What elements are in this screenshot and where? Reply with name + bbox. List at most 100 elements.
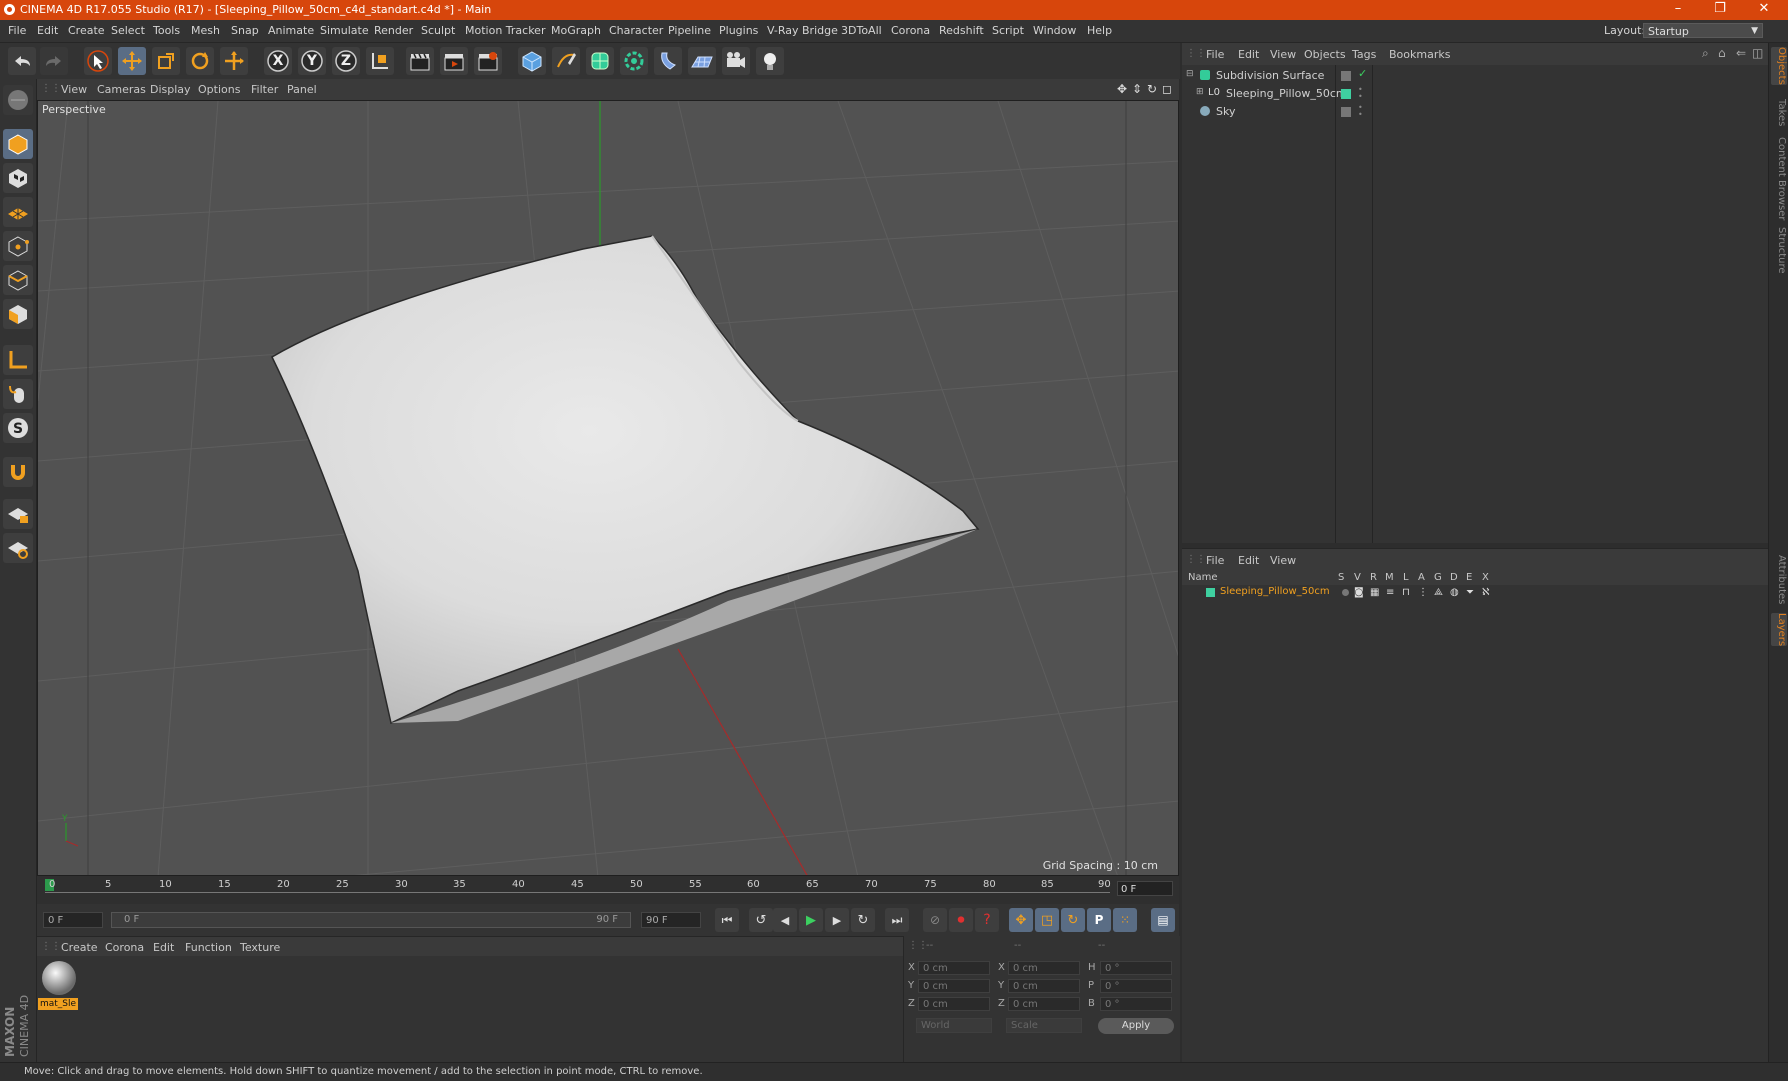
home-icon[interactable]: ⌂ — [1718, 46, 1726, 60]
object-menu-view[interactable]: View — [1270, 48, 1296, 61]
coordinate-mode-dropdown[interactable]: World — [916, 1018, 992, 1033]
position-z-field[interactable]: 0 cm — [918, 997, 990, 1011]
start-frame-field[interactable]: 0 F — [43, 912, 103, 928]
current-frame-field[interactable]: 0 F — [1117, 881, 1173, 896]
layer-deformer-icon[interactable]: ◍ — [1450, 587, 1459, 598]
previous-frame-button[interactable]: ◀ — [773, 908, 797, 932]
menu-render[interactable]: Render — [374, 24, 413, 37]
loop-button[interactable]: ↺ — [749, 908, 773, 932]
material-menu-texture[interactable]: Texture — [240, 941, 280, 954]
object-menu-tags[interactable]: Tags — [1352, 48, 1376, 61]
snapping-button[interactable]: S — [3, 413, 33, 443]
layer-row[interactable]: Sleeping_Pillow_50cm ◙ ▦ ≡ ⊓ ⋮ ⟁ ◍ ⏷ ℵ — [1182, 586, 1768, 600]
size-y-field[interactable]: 0 cm — [1008, 979, 1080, 993]
tab-content-browser[interactable]: Content Browser — [1771, 137, 1787, 220]
deformer-button[interactable] — [654, 47, 682, 75]
layout-dropdown[interactable]: Startup ▼ — [1643, 23, 1763, 38]
object-row-sky[interactable]: Sky • • — [1182, 103, 1768, 121]
pillow-model[interactable] — [271, 235, 980, 725]
pen-spline-button[interactable] — [552, 47, 580, 75]
layer-xref-icon[interactable]: ℵ — [1482, 587, 1489, 598]
menu-mograph[interactable]: MoGraph — [551, 24, 601, 37]
polygons-mode-button[interactable] — [3, 299, 33, 329]
menu-mesh[interactable]: Mesh — [191, 24, 220, 37]
go-to-start-button[interactable]: ⏮ — [715, 908, 739, 932]
tab-takes[interactable]: Takes — [1771, 99, 1787, 126]
axis-mode-button[interactable] — [3, 345, 33, 375]
menu-corona[interactable]: Corona — [891, 24, 930, 37]
menu-redshift[interactable]: Redshift — [939, 24, 984, 37]
material-menu-function[interactable]: Function — [185, 941, 232, 954]
floor-button[interactable] — [688, 47, 716, 75]
go-to-end-button[interactable]: ⏭ — [885, 908, 909, 932]
editor-visibility-icon[interactable] — [1341, 107, 1351, 117]
edges-mode-button[interactable] — [3, 265, 33, 295]
menu-pipeline[interactable]: Pipeline — [668, 24, 711, 37]
texture-mode-button[interactable] — [3, 163, 33, 193]
maximize-button[interactable]: ❐ — [1700, 0, 1740, 20]
make-editable-button[interactable] — [3, 85, 33, 115]
scale-tool[interactable] — [152, 47, 180, 75]
menu-script[interactable]: Script — [992, 24, 1024, 37]
y-axis-lock[interactable]: Y — [298, 47, 326, 75]
subdivision-surface-button[interactable] — [586, 47, 614, 75]
coordinate-system-button[interactable] — [366, 47, 394, 75]
menu-create[interactable]: Create — [68, 24, 105, 37]
ping-pong-button[interactable]: ↻ — [851, 908, 875, 932]
menu-edit[interactable]: Edit — [37, 24, 58, 37]
autokey-button[interactable]: ? — [975, 908, 999, 932]
panel-icon[interactable]: ◫ — [1752, 46, 1763, 60]
end-frame-field[interactable]: 90 F — [641, 912, 701, 928]
cube-object-button[interactable] — [518, 47, 546, 75]
tab-attributes[interactable]: Attributes — [1771, 555, 1787, 604]
enabled-checkmark-icon[interactable]: ✓ — [1358, 67, 1367, 80]
object-menu-bookmarks[interactable]: Bookmarks — [1389, 48, 1450, 61]
undo-button[interactable] — [8, 47, 36, 75]
arrow-icon[interactable]: ⇐ — [1736, 46, 1746, 60]
tab-objects[interactable]: Objects — [1771, 47, 1787, 85]
menu-motion-tracker[interactable]: Motion Tracker — [465, 24, 545, 37]
move-tool[interactable] — [118, 47, 146, 75]
layer-menu-view[interactable]: View — [1270, 554, 1296, 567]
menu-window[interactable]: Window — [1033, 24, 1076, 37]
magnet-button[interactable] — [3, 457, 33, 487]
layer-lock-icon[interactable]: ⊓ — [1402, 587, 1410, 598]
layer-animation-icon[interactable]: ⋮ — [1418, 587, 1428, 598]
next-frame-button[interactable]: ▶ — [825, 908, 849, 932]
key-position-button[interactable]: ✥ — [1009, 908, 1033, 932]
lock-workplane-button[interactable] — [3, 499, 33, 529]
tab-layers[interactable]: Layers — [1771, 613, 1787, 647]
tab-structure[interactable]: Structure — [1771, 227, 1787, 274]
menu-tools[interactable]: Tools — [153, 24, 180, 37]
viewport-menu-filter[interactable]: Filter — [251, 83, 278, 96]
layer-render-icon[interactable]: ▦ — [1370, 587, 1379, 598]
object-row-subdivision-surface[interactable]: ⊟ Subdivision Surface ✓ — [1182, 67, 1768, 85]
object-menu-file[interactable]: File — [1206, 48, 1224, 61]
3d-viewport[interactable]: Y Perspective Grid Spacing : 10 cm — [37, 100, 1179, 876]
key-pla-button[interactable]: ⁙ — [1113, 908, 1137, 932]
layer-color-swatch[interactable] — [1341, 89, 1351, 99]
layer-name[interactable]: Sleeping_Pillow_50cm — [1220, 586, 1330, 597]
object-row-sleeping-pillow[interactable]: ⊞ L0 Sleeping_Pillow_50cm • • — [1182, 85, 1768, 103]
motion-path-button[interactable]: ⊘ — [923, 908, 947, 932]
layer-visible-icon[interactable]: ◙ — [1354, 587, 1364, 598]
menu-vray-bridge[interactable]: V-Ray Bridge — [767, 24, 838, 37]
frame-range-slider[interactable]: 0 F 90 F — [111, 912, 631, 928]
layer-menu-edit[interactable]: Edit — [1238, 554, 1259, 567]
rotate-tool[interactable] — [186, 47, 214, 75]
layer-generator-icon[interactable]: ⟁ — [1434, 587, 1443, 598]
layer-color-swatch[interactable] — [1206, 588, 1215, 597]
tweak-mode-button[interactable] — [3, 379, 33, 409]
visibility-dots-icon[interactable]: • • — [1358, 86, 1363, 101]
workplane-mode-button[interactable] — [3, 197, 33, 227]
layer-manager-icon[interactable]: ≡ — [1386, 587, 1394, 598]
transform-tool[interactable] — [220, 47, 248, 75]
position-x-field[interactable]: 0 cm — [918, 961, 990, 975]
timeline-window-button[interactable]: ▤ — [1151, 908, 1175, 932]
menu-animate[interactable]: Animate — [268, 24, 314, 37]
workplane-align-button[interactable] — [3, 533, 33, 563]
light-button[interactable] — [756, 47, 784, 75]
menu-select[interactable]: Select — [111, 24, 145, 37]
render-settings-button[interactable] — [474, 47, 502, 75]
layer-expression-icon[interactable]: ⏷ — [1466, 587, 1474, 598]
